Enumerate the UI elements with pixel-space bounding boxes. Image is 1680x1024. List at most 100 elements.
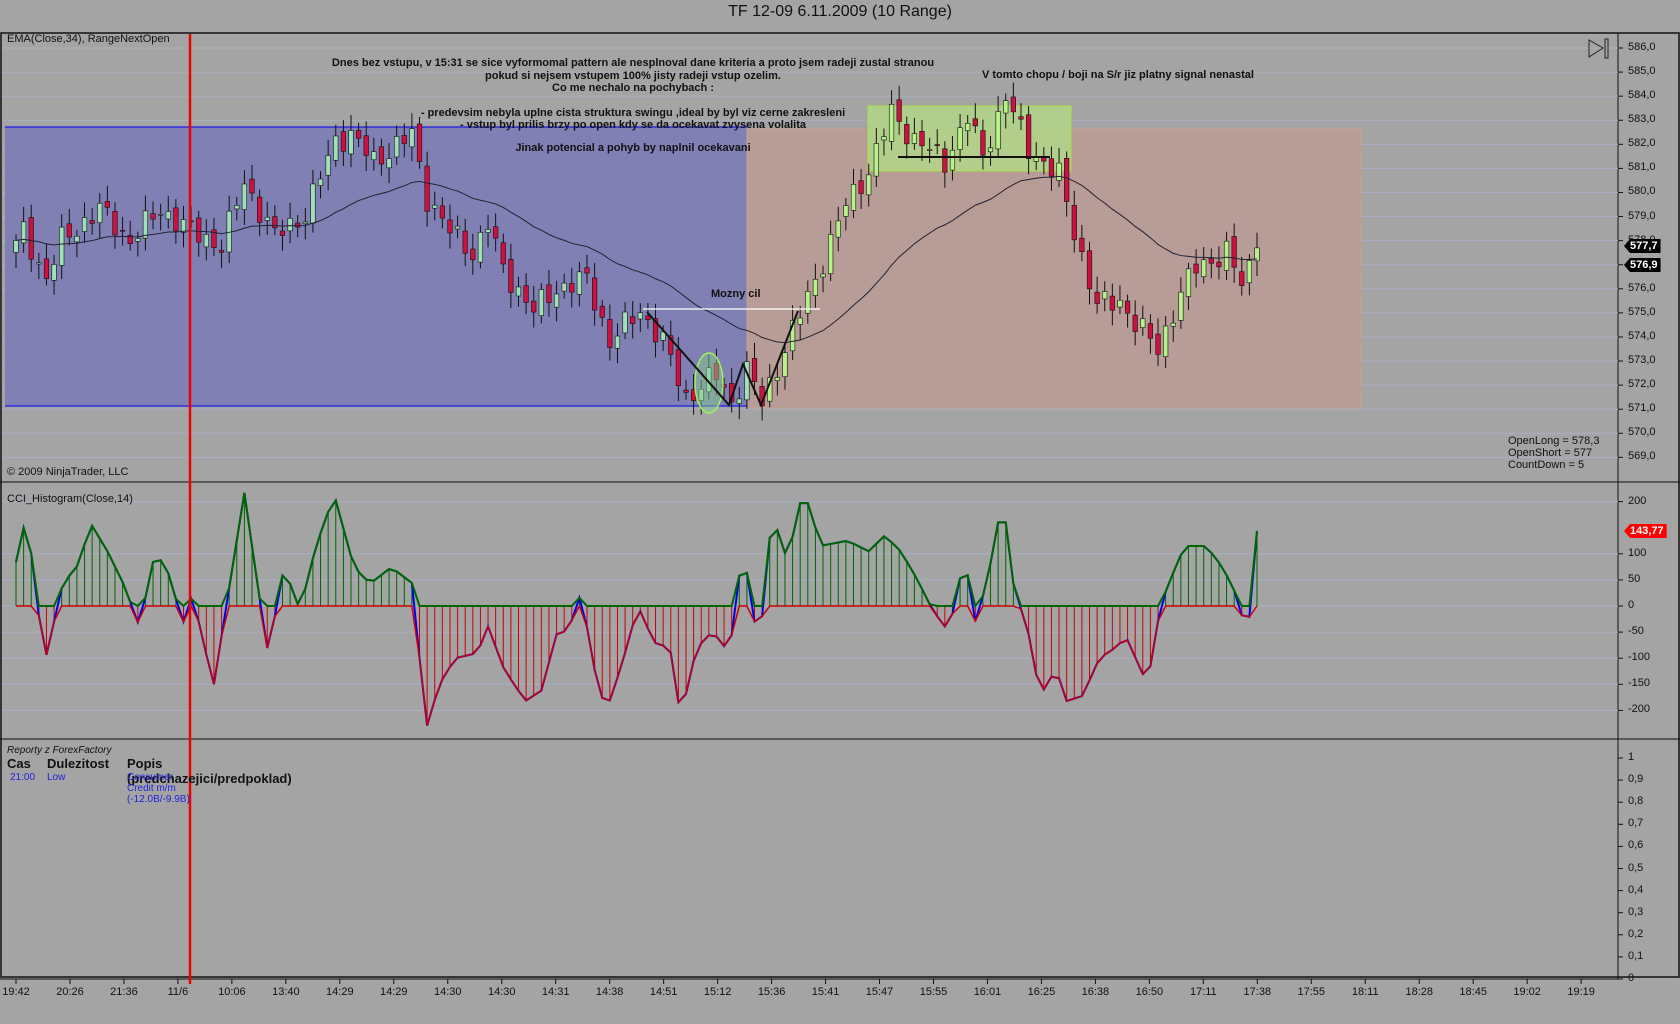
price-tick-label: 569,0 [1628, 450, 1656, 463]
bullish-candle [1246, 260, 1252, 284]
bearish-candle [1079, 237, 1085, 252]
bearish-candle [1193, 263, 1199, 274]
news-description: Consumer Credit m/m (-12.0B/-9.9B) [127, 772, 190, 805]
open-short: OpenShort = 577 [1508, 447, 1593, 459]
bullish-candle [561, 282, 567, 292]
bullish-candle [165, 211, 171, 220]
bullish-candle [965, 123, 971, 132]
bullish-candle [957, 127, 963, 150]
cci-tick-label: -150 [1628, 677, 1651, 690]
bullish-candle [637, 312, 643, 320]
time-tick-label: 14:29 [326, 986, 354, 998]
bearish-candle [675, 349, 681, 387]
scroll-to-end-icon[interactable] [1588, 38, 1612, 65]
cci-tick-label: 50 [1628, 572, 1641, 585]
bearish-candle [751, 358, 758, 383]
bearish-candle [1094, 291, 1100, 304]
bearish-candle [1071, 205, 1077, 241]
price-tick-label: 573,0 [1628, 354, 1656, 367]
time-tick-label: 17:55 [1297, 986, 1326, 998]
bullish-candle [515, 286, 522, 297]
bearish-candle [584, 267, 590, 274]
bullish-candle [614, 335, 621, 349]
price-tick-label: 572,0 [1628, 378, 1656, 391]
bullish-candle [36, 262, 42, 265]
bearish-candle [980, 130, 986, 156]
bullish-candle [432, 204, 438, 209]
bearish-candle [424, 165, 430, 212]
bullish-candle [774, 377, 780, 381]
bullish-candle [1223, 240, 1230, 271]
bullish-candle [302, 221, 308, 225]
bearish-candle [1239, 271, 1245, 286]
time-tick-label: 13:40 [272, 986, 300, 998]
bullish-candle [13, 240, 19, 253]
news-tick-label: 0,8 [1628, 795, 1644, 808]
bullish-candle [782, 352, 788, 378]
bullish-candle [1178, 291, 1184, 321]
bearish-candle [531, 300, 537, 313]
price-tick-label: 579,0 [1628, 209, 1656, 222]
bullish-candle [576, 271, 582, 295]
time-tick-label: 19:19 [1567, 986, 1595, 998]
cci-negative-outline [16, 604, 1258, 726]
bearish-candle [279, 230, 286, 236]
time-tick-label: 16:50 [1135, 986, 1164, 998]
opening-range-zone [5, 127, 747, 406]
header-importance: Dulezitost [47, 756, 110, 771]
bearish-candle [66, 223, 72, 238]
bearish-candle [934, 144, 940, 146]
time-tick-label: 19:42 [2, 986, 30, 998]
bearish-candle [150, 213, 156, 220]
bearish-candle [119, 229, 126, 232]
note-line: - vstup byl prilis brzy po open kdy se d… [459, 119, 806, 131]
bullish-candle [477, 231, 484, 263]
price-tick-label: 584,0 [1628, 89, 1656, 102]
header-time: Cas [7, 756, 31, 771]
cci-tick-label: -200 [1628, 703, 1651, 716]
news-tick-label: 0 [1628, 972, 1635, 984]
bearish-candle [683, 389, 689, 393]
bullish-candle [97, 202, 103, 224]
bullish-candle [241, 183, 248, 210]
cci-panel-label: CCI_Histogram(Close,14) [7, 493, 133, 505]
price-tick-label: 583,0 [1628, 113, 1656, 126]
bearish-candle [173, 207, 179, 232]
bullish-candle [866, 174, 872, 196]
time-tick-label: 18:45 [1459, 986, 1487, 998]
cci-tick-label: -100 [1628, 651, 1651, 664]
note-line: Dnes bez vstupu, v 15:31 se sice vyformo… [331, 57, 935, 69]
news-tick-label: 0,1 [1628, 949, 1644, 962]
bullish-candle [995, 111, 1001, 150]
bullish-candle [386, 158, 392, 169]
price-tick-label: 574,0 [1628, 329, 1656, 342]
bullish-candle [287, 217, 293, 232]
note-line: Jinak potencial a pohyb by naplnil oceka… [515, 141, 751, 154]
note-line: - predevsim nebyla uplne cista struktura… [420, 106, 846, 119]
price-tick-label: 581,0 [1628, 161, 1656, 174]
bullish-candle [1201, 259, 1207, 277]
bullish-candle [1117, 299, 1123, 308]
bullish-candle [203, 233, 209, 248]
bullish-candle [538, 289, 544, 316]
last-price-tag: 577,7 [1624, 239, 1661, 253]
price-tick-label: 586,0 [1628, 41, 1656, 53]
time-tick-label: 20:26 [56, 986, 84, 998]
annotation-range: V tomto chopu / boji na S/r jiz platny s… [982, 69, 1254, 81]
bearish-candle [1041, 157, 1047, 162]
news-tick-label: 0,7 [1628, 817, 1644, 830]
bearish-candle [196, 217, 202, 243]
time-tick-label: 14:31 [541, 986, 570, 998]
bearish-candle [645, 315, 651, 320]
cci-value-tag: 143,77 [1624, 524, 1667, 538]
bullish-candle [325, 155, 331, 176]
bullish-candle [736, 398, 742, 404]
price-tick-label: 580,0 [1628, 185, 1656, 198]
bullish-candle [805, 291, 811, 314]
price-tick-label: 571,0 [1628, 402, 1656, 415]
cci-tick-label: 200 [1628, 494, 1647, 507]
price-tick-label: 582,0 [1628, 137, 1656, 150]
bearish-candle [447, 219, 453, 234]
cci-line [15, 492, 1258, 726]
bearish-candle [523, 285, 529, 303]
